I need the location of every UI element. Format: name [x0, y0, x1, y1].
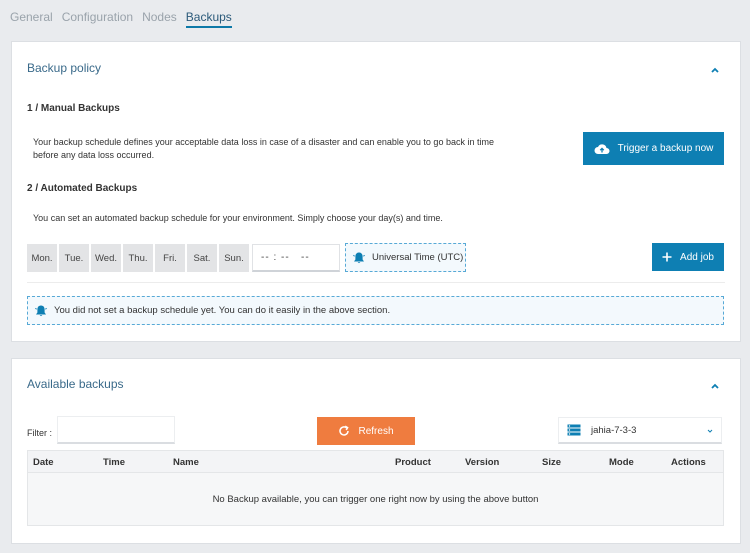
backup-policy-title: Backup policy: [27, 61, 102, 75]
no-schedule-notice-text: You did not set a backup schedule yet. Y…: [54, 305, 391, 316]
backup-policy-panel: Backup policy 1 / Manual Backups Your ba…: [11, 41, 741, 342]
server-icon: [567, 424, 581, 436]
column-size[interactable]: Size: [542, 457, 561, 468]
refresh-icon: [339, 425, 350, 436]
refresh-button[interactable]: Refresh: [317, 417, 415, 445]
backups-table-header: Date Time Name Product Version Size Mode…: [27, 450, 724, 473]
manual-backups-description-line1: Your backup schedule defines your accept…: [33, 137, 494, 147]
timezone-info: Universal Time (UTC): [345, 243, 466, 272]
day-monday[interactable]: Mon.: [27, 244, 57, 272]
manual-backups-description-line2: before any data loss occurred.: [33, 150, 155, 160]
bell-icon: [35, 305, 47, 316]
column-name[interactable]: Name: [173, 457, 199, 468]
column-mode[interactable]: Mode: [609, 457, 634, 468]
chevron-up-icon[interactable]: [710, 381, 720, 391]
no-schedule-notice: You did not set a backup schedule yet. Y…: [27, 296, 724, 325]
tab-nodes[interactable]: Nodes: [142, 8, 177, 28]
time-input[interactable]: -- : -- --: [252, 244, 340, 272]
tab-general[interactable]: General: [10, 8, 53, 28]
column-time[interactable]: Time: [103, 457, 125, 468]
refresh-label: Refresh: [358, 425, 394, 437]
tab-configuration[interactable]: Configuration: [62, 8, 133, 28]
day-wednesday[interactable]: Wed.: [91, 244, 121, 272]
day-thursday[interactable]: Thu.: [123, 244, 153, 272]
day-saturday[interactable]: Sat.: [187, 244, 217, 272]
tab-backups[interactable]: Backups: [185, 8, 232, 28]
tab-bar: General Configuration Nodes Backups: [10, 8, 241, 28]
trigger-backup-label: Trigger a backup now: [617, 143, 714, 154]
automated-backups-label: 2 / Automated Backups: [27, 183, 138, 194]
add-job-label: Add job: [680, 251, 714, 263]
chevron-up-icon[interactable]: [710, 65, 720, 75]
environment-select[interactable]: jahia-7-3-3: [558, 417, 722, 444]
available-backups-title: Available backups: [27, 377, 124, 391]
filter-label: Filter :: [27, 428, 53, 438]
bell-icon: [353, 252, 365, 263]
time-input-placeholder: -- : -- --: [261, 252, 310, 263]
section-divider: [27, 282, 725, 283]
add-job-button[interactable]: Add job: [652, 243, 724, 271]
filter-input[interactable]: [57, 416, 175, 444]
environment-select-value: jahia-7-3-3: [591, 424, 637, 436]
column-version[interactable]: Version: [465, 457, 499, 468]
trigger-backup-button[interactable]: Trigger a backup now: [583, 132, 724, 165]
empty-message: No Backup available, you can trigger one…: [212, 493, 539, 505]
day-selector: Mon. Tue. Wed. Thu. Fri. Sat. Sun.: [27, 244, 249, 272]
available-backups-panel: Available backups Filter : Refresh jahia…: [11, 358, 741, 544]
timezone-label: Universal Time (UTC): [372, 252, 464, 263]
day-tuesday[interactable]: Tue.: [59, 244, 89, 272]
column-product[interactable]: Product: [395, 457, 431, 468]
manual-backups-label: 1 / Manual Backups: [27, 103, 120, 114]
backups-table-empty-row: No Backup available, you can trigger one…: [27, 473, 724, 526]
cloud-upload-icon: [594, 143, 610, 154]
automated-backups-description: You can set an automated backup schedule…: [33, 213, 443, 223]
day-sunday[interactable]: Sun.: [219, 244, 249, 272]
plus-icon: [662, 252, 672, 262]
column-actions: Actions: [671, 457, 706, 468]
column-date[interactable]: Date: [33, 457, 54, 468]
chevron-down-icon: [707, 429, 713, 433]
day-friday[interactable]: Fri.: [155, 244, 185, 272]
